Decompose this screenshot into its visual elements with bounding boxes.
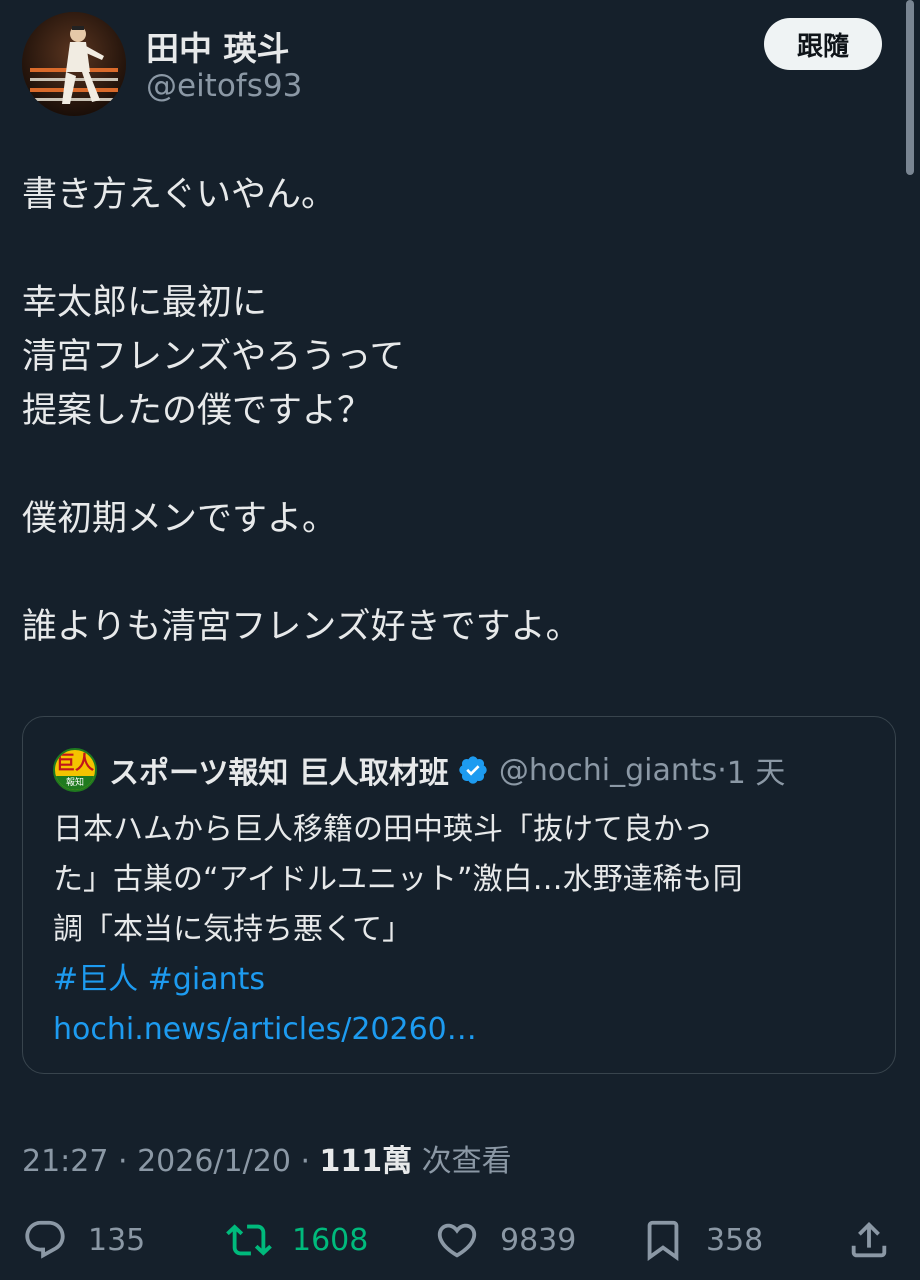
verified-badge-icon: [459, 756, 487, 784]
tweet-line: 僕初期メンですよ。: [22, 499, 338, 539]
avatar[interactable]: [22, 12, 126, 116]
tweet-text: 書き方えぐいやん。 幸太郎に最初に 清宮フレンズやろうって 提案したの僕ですよ？…: [22, 168, 882, 654]
tweet-line: 提案したの僕ですよ？: [22, 391, 373, 431]
bookmark-count: 358: [706, 1222, 764, 1258]
speech-bubble-icon: [25, 1220, 65, 1259]
heart-icon: [437, 1223, 477, 1258]
quoted-avatar-text: 巨人: [55, 752, 94, 774]
quoted-avatar-band: 報知: [55, 776, 95, 790]
tweet-line: 清宮フレンズやろうって: [22, 337, 405, 377]
tweet-date[interactable]: 2026/1/20: [137, 1144, 291, 1179]
share-upload-icon: [851, 1221, 887, 1258]
quoted-tweet-body: 日本ハムから巨人移籍の田中瑛斗「抜けて良かっ た」古巣の“アイドルユニット”激白…: [53, 805, 873, 1055]
views-count: 111萬: [319, 1144, 413, 1179]
like-count: 9839: [500, 1222, 577, 1258]
author-handle[interactable]: @eitofs93: [146, 68, 302, 104]
meta-separator: ·: [290, 1144, 320, 1179]
tweet-detail-page: 田中 瑛斗 @eitofs93 跟隨 書き方えぐいやん。 幸太郎に最初に 清宮フ…: [0, 0, 920, 1280]
views-label: 次查看: [412, 1144, 512, 1179]
retweet-arrows-icon: [226, 1224, 272, 1256]
quoted-line: 日本ハムから巨人移籍の田中瑛斗「抜けて良かっ: [53, 812, 713, 847]
quoted-tweet-card[interactable]: 巨人 報知 スポーツ報知 巨人取材班 @hochi_giants · 1 天 日…: [22, 716, 896, 1074]
retweet-button[interactable]: 1608: [226, 1212, 368, 1268]
quoted-author-handle[interactable]: @hochi_giants: [499, 753, 717, 788]
quoted-author-name[interactable]: スポーツ報知 巨人取材班: [109, 748, 449, 792]
bookmark-icon: [647, 1220, 679, 1261]
tweet-time[interactable]: 21:27: [22, 1144, 108, 1179]
action-bar: 135 1608 9839 358: [22, 1212, 892, 1272]
meta-separator: ·: [108, 1144, 138, 1179]
quoted-line: た」古巣の“アイドルユニット”激白…水野達稀も同: [53, 862, 743, 897]
reply-button[interactable]: 135: [22, 1212, 145, 1268]
quoted-link[interactable]: hochi.news/articles/20260…: [53, 1005, 873, 1055]
bookmark-button[interactable]: 358: [640, 1212, 763, 1268]
quoted-timestamp[interactable]: 1 天: [727, 748, 786, 792]
avatar-image: [22, 12, 126, 116]
tweet-line: 書き方えぐいやん。: [22, 175, 336, 215]
tweet-line: 誰よりも清宮フレンズ好きですよ。: [22, 607, 581, 647]
tweet-meta: 21:27 · 2026/1/20 · 111萬 次查看: [22, 1136, 512, 1180]
quoted-separator-dot: ·: [717, 752, 727, 788]
quoted-tweet-header: 巨人 報知 スポーツ報知 巨人取材班 @hochi_giants · 1 天: [53, 747, 785, 793]
quoted-author-avatar[interactable]: 巨人 報知: [53, 748, 97, 792]
like-button[interactable]: 9839: [434, 1212, 576, 1268]
quoted-hashtags[interactable]: #巨人 #giants: [53, 955, 873, 1005]
quoted-line: 調「本当に気持ち悪くて」: [53, 912, 413, 947]
retweet-count: 1608: [292, 1222, 369, 1258]
follow-button[interactable]: 跟隨: [764, 18, 882, 70]
reply-count: 135: [88, 1222, 146, 1258]
author-display-name[interactable]: 田中 瑛斗: [146, 22, 290, 70]
tweet-header: 田中 瑛斗 @eitofs93 跟隨: [22, 12, 882, 118]
scrollbar[interactable]: [906, 0, 914, 175]
share-button[interactable]: [846, 1212, 892, 1268]
tweet-line: 幸太郎に最初に: [22, 283, 268, 323]
